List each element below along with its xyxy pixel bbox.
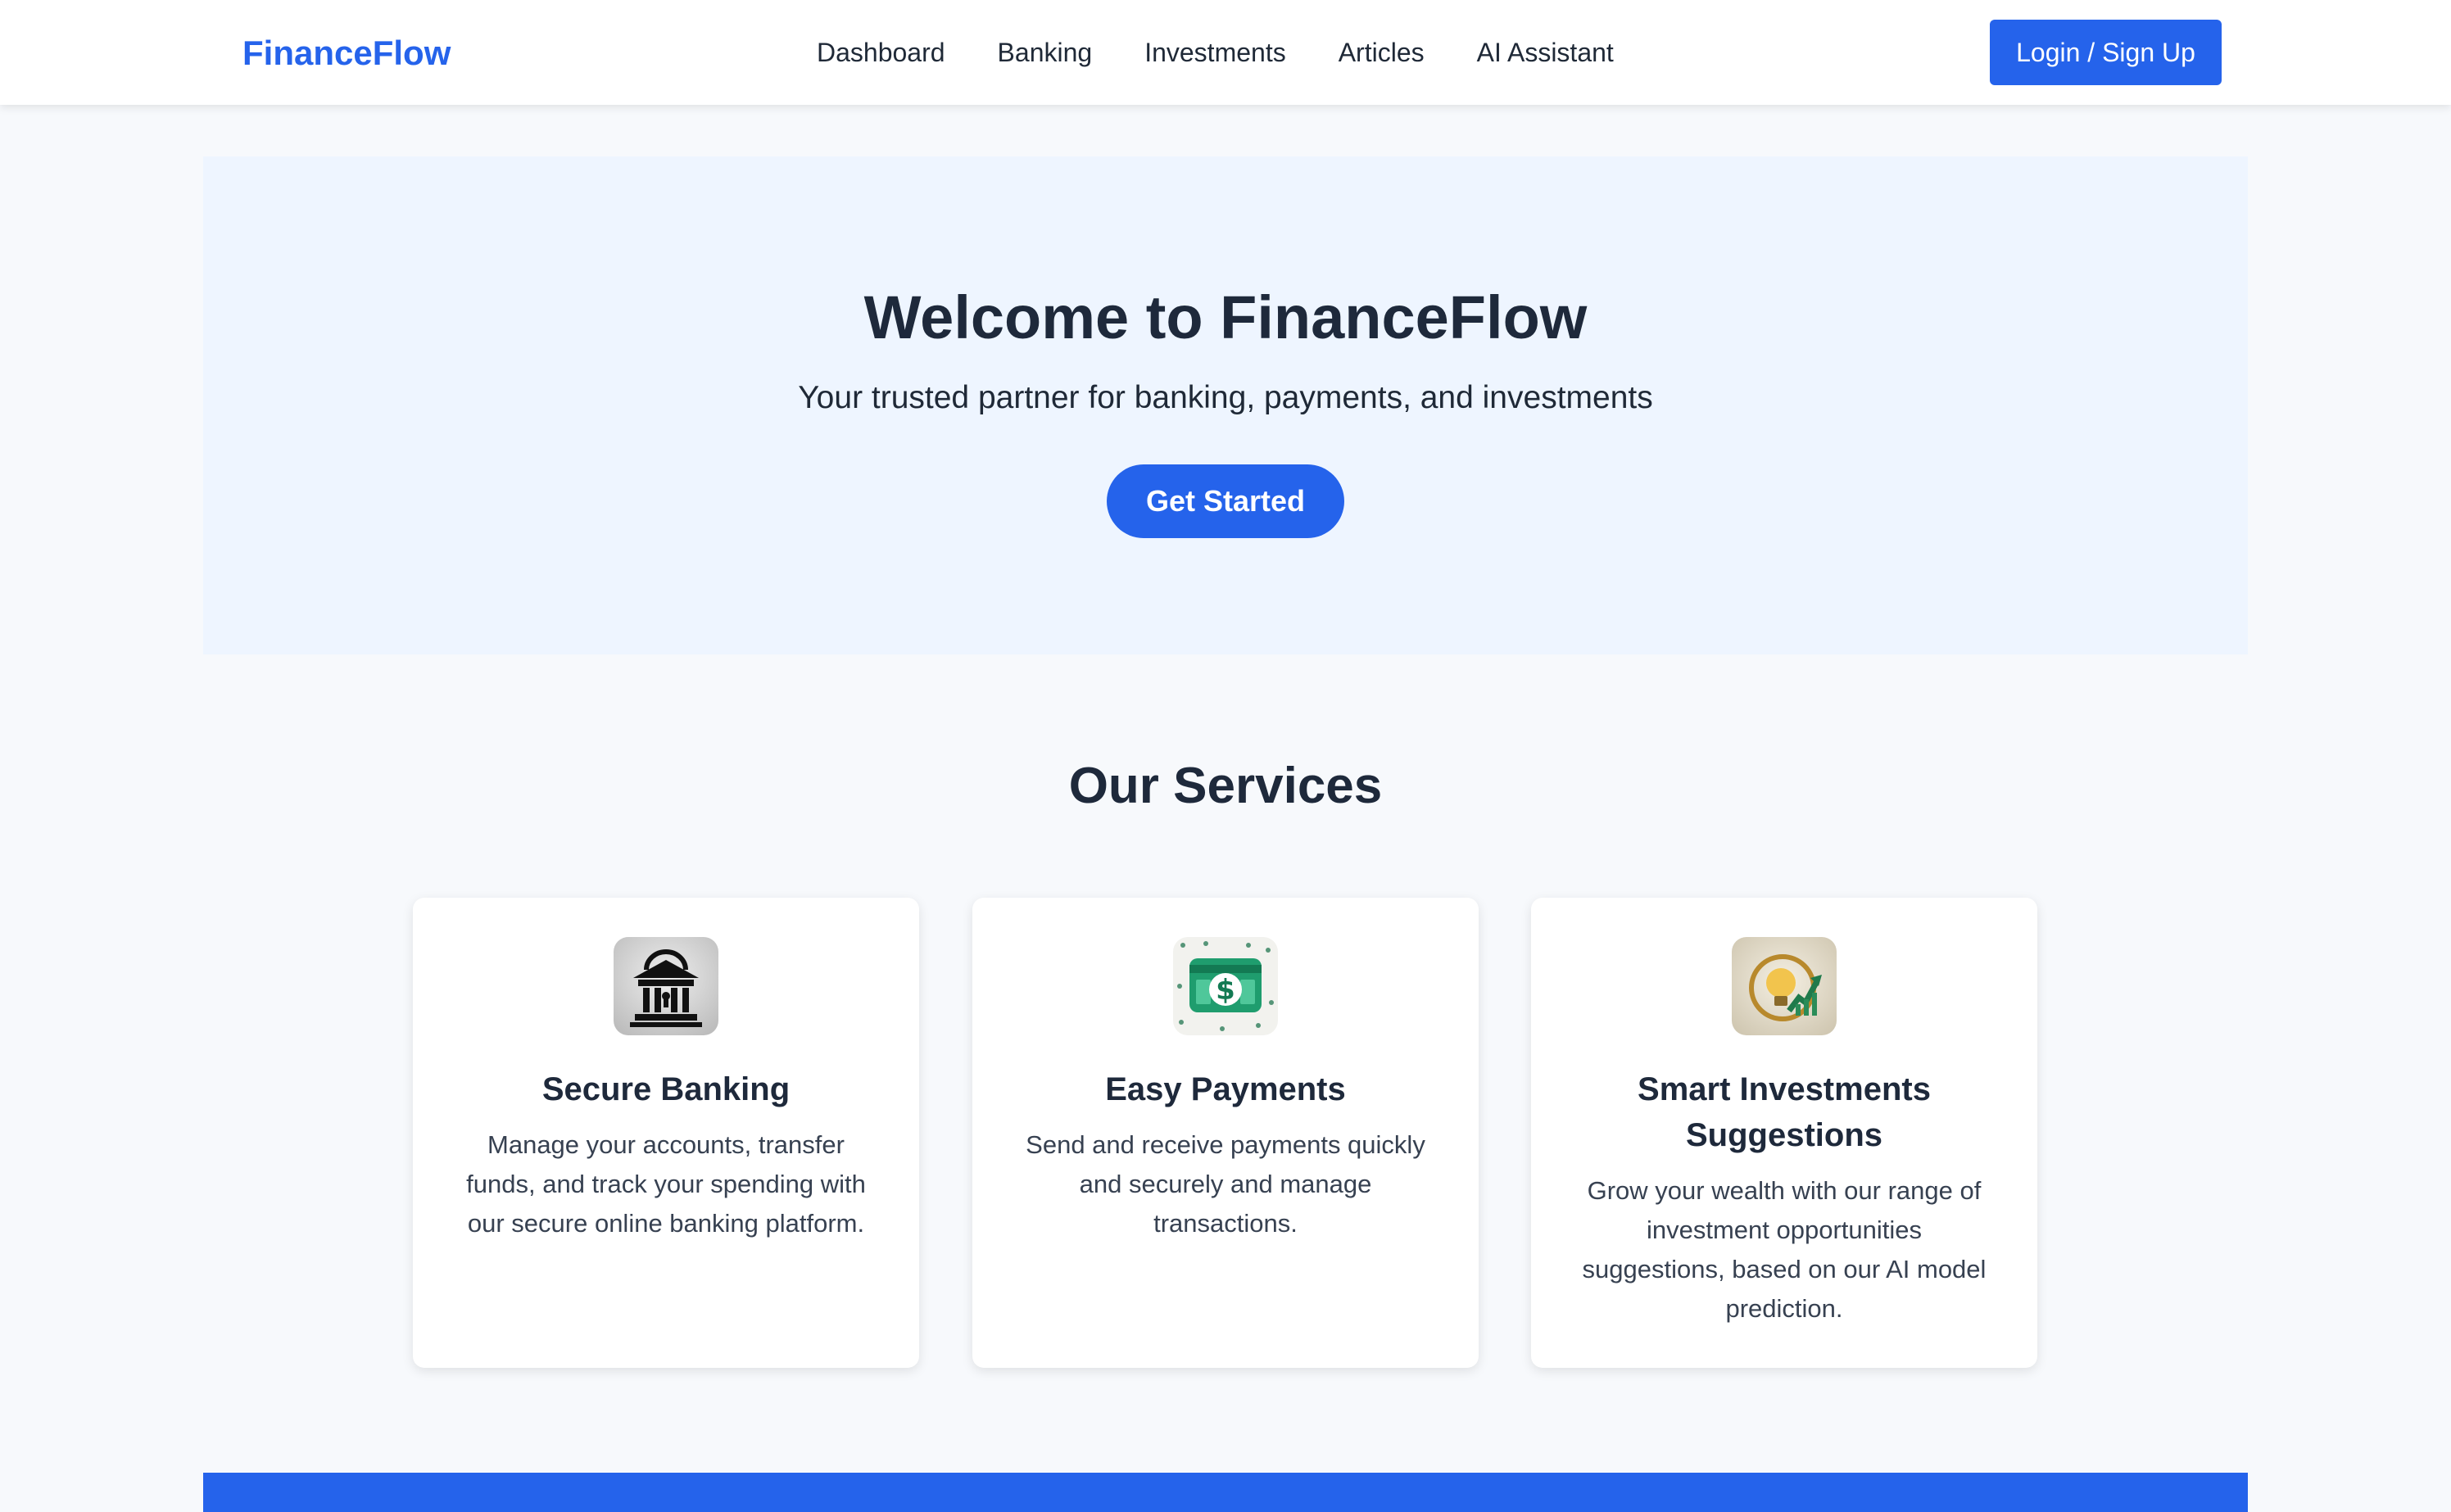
hero-section: Welcome to FinanceFlow Your trusted part… xyxy=(203,156,2248,654)
nav-link-dashboard[interactable]: Dashboard xyxy=(817,38,945,67)
nav-link-ai-assistant[interactable]: AI Assistant xyxy=(1477,38,1614,67)
service-card-title: Easy Payments xyxy=(1105,1071,1346,1107)
hero-subtitle: Your trusted partner for banking, paymen… xyxy=(798,380,1653,415)
brand-logo-link[interactable]: FinanceFlow xyxy=(242,33,451,74)
bank-icon xyxy=(614,937,718,1035)
services-heading: Our Services xyxy=(1068,758,1383,814)
nav-item-investments: Investments xyxy=(1144,34,1286,71)
top-navigation-bar: FinanceFlow Dashboard Banking Investment… xyxy=(0,0,2451,105)
service-card-description: Manage your accounts, transfer funds, an… xyxy=(466,1130,866,1238)
page: FinanceFlow Dashboard Banking Investment… xyxy=(0,0,2451,1512)
get-started-button[interactable]: Get Started xyxy=(1107,464,1344,538)
nav-item-articles: Articles xyxy=(1339,34,1425,71)
service-card-title: Smart Investments Suggestions xyxy=(1638,1071,1931,1153)
svg-text:$: $ xyxy=(1216,974,1235,1007)
service-card-description: Grow your wealth with our range of inves… xyxy=(1582,1176,1987,1323)
hero-title: Welcome to FinanceFlow xyxy=(863,283,1588,351)
nav-link-investments[interactable]: Investments xyxy=(1144,38,1286,67)
dollar-card-icon: $ xyxy=(1173,937,1278,1035)
main-nav: Dashboard Banking Investments Articles A… xyxy=(817,34,1614,71)
nav-link-banking[interactable]: Banking xyxy=(998,38,1093,67)
service-card-easy-payments: $ Easy Payments Send and receive payment… xyxy=(972,898,1479,1368)
footer-banner-strip xyxy=(203,1473,2248,1512)
login-signup-button[interactable]: Login / Sign Up xyxy=(1990,20,2222,85)
nav-link-articles[interactable]: Articles xyxy=(1339,38,1425,67)
nav-item-banking: Banking xyxy=(998,34,1093,71)
service-card-description: Send and receive payments quickly and se… xyxy=(1026,1130,1425,1238)
service-card-smart-investments: Smart Investments Suggestions Grow your … xyxy=(1531,898,2037,1368)
lightbulb-growth-icon xyxy=(1732,937,1837,1035)
service-card-title: Secure Banking xyxy=(541,1071,791,1107)
service-card-secure-banking: Secure Banking Manage your accounts, tra… xyxy=(413,898,919,1368)
nav-item-dashboard: Dashboard xyxy=(817,34,945,71)
nav-item-ai-assistant: AI Assistant xyxy=(1477,34,1614,71)
